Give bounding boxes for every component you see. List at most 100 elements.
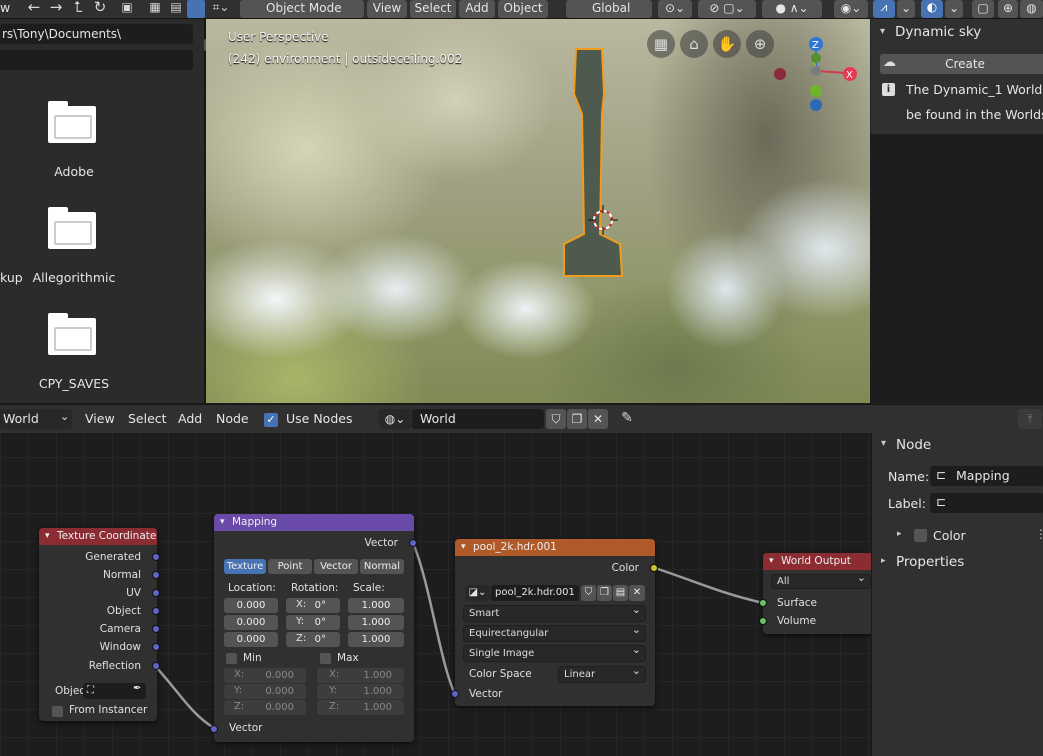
refresh-icon[interactable]: ↻ <box>90 0 110 16</box>
interpolation-dropdown[interactable]: Smart <box>463 602 646 622</box>
rotation-y[interactable]: 0° <box>286 615 340 630</box>
parent-dir-icon[interactable]: ⮤ <box>68 0 88 16</box>
gizmo-dropdown-icon[interactable]: ⌄ <box>897 0 915 18</box>
source-dropdown[interactable]: Single Image <box>463 642 646 662</box>
solid-shading-icon[interactable]: ◍ <box>1020 0 1043 18</box>
socket[interactable] <box>152 607 160 615</box>
pin-icon[interactable]: ✎ <box>618 410 636 426</box>
socket[interactable] <box>152 553 160 561</box>
menu-add[interactable]: Add <box>178 411 202 426</box>
socket[interactable] <box>650 564 658 572</box>
new-folder-icon[interactable]: ▣ <box>118 0 136 14</box>
selected-object-outline[interactable] <box>556 44 636 284</box>
navigation-gizmo[interactable]: Z X <box>770 33 865 128</box>
min-checkbox[interactable] <box>226 653 237 664</box>
wireframe-shading-icon[interactable]: ⊕ <box>998 0 1018 18</box>
menu-view[interactable]: View <box>85 411 115 426</box>
transform-orientation-dropdown[interactable]: Global <box>566 0 652 18</box>
folder-icon[interactable] <box>48 207 96 249</box>
color-space-dropdown[interactable]: Linear <box>558 663 646 683</box>
duplicate-icon[interactable]: ❐ <box>597 585 612 601</box>
camera-view-icon[interactable]: ⌂ <box>680 30 708 58</box>
socket[interactable] <box>759 599 767 607</box>
properties-panel-title[interactable]: Properties <box>896 554 964 570</box>
label-field[interactable] <box>930 493 1043 513</box>
sort-icon[interactable]: ▤ <box>167 0 185 14</box>
environment-texture-node[interactable]: pool_2k.hdr.001 Color ◪⌄ pool_2k.hdr.001… <box>451 539 658 706</box>
expand-arrow-icon[interactable]: ▸ <box>881 556 886 566</box>
editor-type-icon[interactable]: ⌗⌄ <box>208 0 234 15</box>
folder-label-cut[interactable]: kup <box>0 270 23 285</box>
node-header[interactable]: pool_2k.hdr.001 <box>455 539 655 556</box>
projection-dropdown[interactable]: Equirectangular <box>463 622 646 642</box>
image-name-field[interactable]: pool_2k.hdr.001 <box>491 585 579 601</box>
world-browse-icon[interactable]: ◍⌄ <box>379 409 411 429</box>
collapse-arrow-icon[interactable]: ▾ <box>880 26 885 37</box>
overlay-dropdown-icon[interactable]: ⌄ <box>945 0 963 18</box>
3d-viewport[interactable]: User Perspective (242) environment | out… <box>206 19 870 403</box>
pivot-icon[interactable]: ⊙⌄ <box>658 0 692 18</box>
texture-coordinate-node[interactable]: Texture Coordinate Generated Normal UV O… <box>39 528 160 721</box>
forward-icon[interactable]: → <box>46 0 66 16</box>
back-icon[interactable]: ← <box>24 0 44 16</box>
display-mode-icon[interactable]: ▦ <box>146 0 164 14</box>
create-button[interactable]: Create <box>880 54 1043 74</box>
menu-select[interactable]: Select <box>410 0 456 18</box>
node-header[interactable]: Texture Coordinate <box>39 528 157 545</box>
visibility-icon[interactable]: ◉⌄ <box>834 0 868 18</box>
parent-node-tree-icon[interactable]: ⤒ <box>1018 409 1042 429</box>
menu-object[interactable]: Object <box>498 0 548 18</box>
socket[interactable] <box>152 589 160 597</box>
fake-user-shield-icon[interactable]: ⛉ <box>546 409 566 429</box>
menu-view[interactable]: View <box>367 0 407 18</box>
unlink-close-icon[interactable]: ✕ <box>588 409 608 429</box>
folder-icon[interactable] <box>48 101 96 143</box>
eyedropper-icon[interactable]: ✒ <box>133 683 141 694</box>
folder-label-adobe[interactable]: Adobe <box>14 164 134 179</box>
socket[interactable] <box>409 539 417 547</box>
from-instancer-checkbox[interactable] <box>52 706 63 717</box>
scale-x[interactable]: 1.000 <box>348 598 404 613</box>
use-nodes-checkbox[interactable]: ✓ <box>264 413 278 427</box>
name-field[interactable]: Mapping <box>930 466 1043 486</box>
drag-handle-icon[interactable]: ⋮ <box>1035 527 1043 541</box>
mapping-node[interactable]: Mapping Vector Texture Point Vector Norm… <box>210 514 417 742</box>
tab-normal[interactable]: Normal <box>360 559 404 574</box>
location-y[interactable]: 0.000 <box>224 615 278 630</box>
socket[interactable] <box>152 662 160 670</box>
socket[interactable] <box>152 643 160 651</box>
overlay-toggle-icon[interactable]: ◐ <box>921 0 943 18</box>
node-header[interactable]: World Output <box>763 553 873 570</box>
expand-arrow-icon[interactable]: ▸ <box>897 529 902 539</box>
collapse-arrow-icon[interactable]: ▾ <box>881 438 886 449</box>
image-browse-icon[interactable]: ◪⌄ <box>465 585 490 601</box>
socket[interactable] <box>759 617 767 625</box>
folder-icon[interactable] <box>48 313 96 355</box>
location-x[interactable]: 0.000 <box>224 598 278 613</box>
unlink-close-icon[interactable]: ✕ <box>629 585 645 601</box>
socket[interactable] <box>152 571 160 579</box>
gizmo-toggle-icon[interactable]: ⩘ <box>873 0 895 18</box>
node-header[interactable]: Mapping <box>214 514 414 531</box>
tab-vector[interactable]: Vector <box>314 559 358 574</box>
scale-z[interactable]: 1.000 <box>348 632 404 647</box>
filter-toggle[interactable] <box>187 0 205 18</box>
rotation-x[interactable]: 0° <box>286 598 340 613</box>
menu-add[interactable]: Add <box>459 0 495 18</box>
output-target-dropdown[interactable]: All <box>771 571 871 589</box>
object-mode-dropdown[interactable]: Object Mode <box>240 0 364 18</box>
duplicate-icon[interactable]: ❐ <box>567 409 587 429</box>
menu-select[interactable]: Select <box>128 411 167 426</box>
fake-user-shield-icon[interactable]: ⛉ <box>581 585 596 601</box>
open-file-icon[interactable]: ▤ <box>613 585 628 601</box>
socket[interactable] <box>451 690 459 698</box>
grid-view-icon[interactable]: ▦ <box>647 30 675 58</box>
rotation-z[interactable]: 0° <box>286 632 340 647</box>
world-name-field[interactable]: World <box>412 409 544 429</box>
socket[interactable] <box>210 725 218 733</box>
color-checkbox[interactable] <box>914 529 927 542</box>
snap-icon[interactable]: ⊘ ▢⌄ <box>698 0 756 18</box>
folder-label-cpy-saves[interactable]: CPY_SAVES <box>14 376 134 391</box>
socket[interactable] <box>152 625 160 633</box>
location-z[interactable]: 0.000 <box>224 632 278 647</box>
